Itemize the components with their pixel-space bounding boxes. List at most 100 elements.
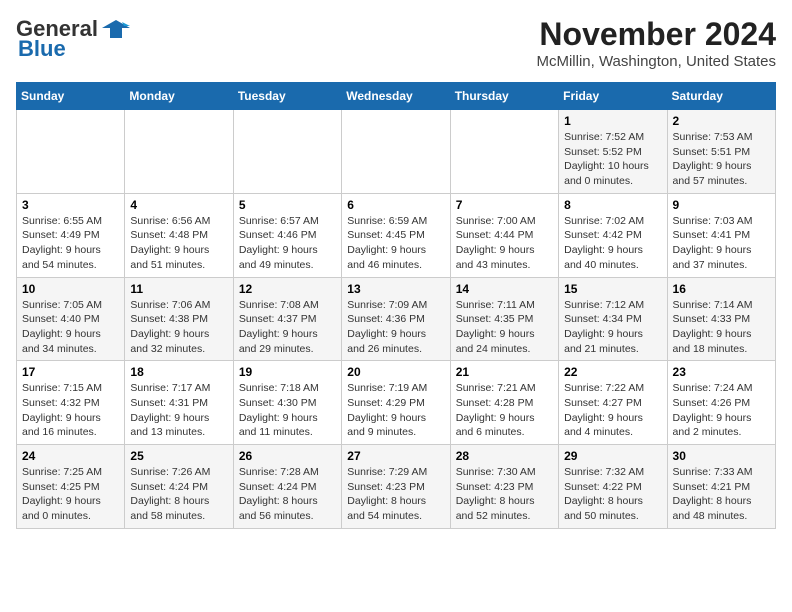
day-detail: Sunrise: 7:53 AM Sunset: 5:51 PM Dayligh…	[673, 130, 770, 189]
calendar-cell: 19 Sunrise: 7:18 AM Sunset: 4:30 PM Dayli…	[233, 361, 341, 445]
calendar-cell: 13Sunrise: 7:09 AM Sunset: 4:36 PM Dayli…	[342, 277, 450, 361]
header: General Blue November 2024 McMillin, Was…	[16, 16, 776, 70]
day-detail: Sunrise: 7:12 AM Sunset: 4:34 PM Dayligh…	[564, 298, 661, 357]
day-detail: Sunrise: 7:02 AM Sunset: 4:42 PM Dayligh…	[564, 214, 661, 273]
day-number: 23	[673, 365, 770, 379]
calendar-cell: 2 Sunrise: 7:53 AM Sunset: 5:51 PM Daylig…	[667, 110, 775, 194]
calendar-cell: 11 Sunrise: 7:06 AM Sunset: 4:38 PM Dayli…	[125, 277, 233, 361]
calendar-cell	[342, 110, 450, 194]
day-number: 27	[347, 449, 444, 463]
calendar-cell: 6 Sunrise: 6:59 AM Sunset: 4:45 PM Daylig…	[342, 193, 450, 277]
day-number: 28	[456, 449, 553, 463]
day-of-week-header: Tuesday	[233, 83, 341, 110]
day-number: 17	[22, 365, 119, 379]
day-number: 26	[239, 449, 336, 463]
calendar-cell: 20 Sunrise: 7:19 AM Sunset: 4:29 PM Dayli…	[342, 361, 450, 445]
day-of-week-header: Thursday	[450, 83, 558, 110]
calendar-cell: 7 Sunrise: 7:00 AM Sunset: 4:44 PM Daylig…	[450, 193, 558, 277]
calendar-cell: 30Sunrise: 7:33 AM Sunset: 4:21 PM Dayli…	[667, 445, 775, 529]
day-of-week-header: Wednesday	[342, 83, 450, 110]
day-detail: Sunrise: 7:05 AM Sunset: 4:40 PM Dayligh…	[22, 298, 119, 357]
day-of-week-header: Saturday	[667, 83, 775, 110]
day-number: 12	[239, 282, 336, 296]
day-detail: Sunrise: 7:30 AM Sunset: 4:23 PM Dayligh…	[456, 465, 553, 524]
calendar-cell	[233, 110, 341, 194]
day-number: 22	[564, 365, 661, 379]
calendar-cell: 21Sunrise: 7:21 AM Sunset: 4:28 PM Dayli…	[450, 361, 558, 445]
calendar-cell: 28 Sunrise: 7:30 AM Sunset: 4:23 PM Dayli…	[450, 445, 558, 529]
calendar-cell: 25 Sunrise: 7:26 AM Sunset: 4:24 PM Dayli…	[125, 445, 233, 529]
day-number: 10	[22, 282, 119, 296]
day-number: 25	[130, 449, 227, 463]
day-detail: Sunrise: 7:15 AM Sunset: 4:32 PM Dayligh…	[22, 381, 119, 440]
day-number: 14	[456, 282, 553, 296]
calendar-cell: 24Sunrise: 7:25 AM Sunset: 4:25 PM Dayli…	[17, 445, 125, 529]
calendar-cell: 15 Sunrise: 7:12 AM Sunset: 4:34 PM Dayli…	[559, 277, 667, 361]
day-number: 7	[456, 198, 553, 212]
day-number: 2	[673, 114, 770, 128]
calendar-cell: 5Sunrise: 6:57 AM Sunset: 4:46 PM Daylig…	[233, 193, 341, 277]
day-number: 15	[564, 282, 661, 296]
day-number: 11	[130, 282, 227, 296]
day-detail: Sunrise: 7:29 AM Sunset: 4:23 PM Dayligh…	[347, 465, 444, 524]
day-detail: Sunrise: 7:00 AM Sunset: 4:44 PM Dayligh…	[456, 214, 553, 273]
day-detail: Sunrise: 7:52 AM Sunset: 5:52 PM Dayligh…	[564, 130, 661, 189]
day-number: 29	[564, 449, 661, 463]
title-section: November 2024 McMillin, Washington, Unit…	[536, 16, 776, 70]
day-detail: Sunrise: 7:11 AM Sunset: 4:35 PM Dayligh…	[456, 298, 553, 357]
day-number: 8	[564, 198, 661, 212]
day-detail: Sunrise: 6:59 AM Sunset: 4:45 PM Dayligh…	[347, 214, 444, 273]
month-year-title: November 2024	[536, 16, 776, 53]
calendar-cell: 4Sunrise: 6:56 AM Sunset: 4:48 PM Daylig…	[125, 193, 233, 277]
calendar-cell: 17 Sunrise: 7:15 AM Sunset: 4:32 PM Dayli…	[17, 361, 125, 445]
day-of-week-header: Monday	[125, 83, 233, 110]
day-detail: Sunrise: 7:17 AM Sunset: 4:31 PM Dayligh…	[130, 381, 227, 440]
calendar-cell: 26Sunrise: 7:28 AM Sunset: 4:24 PM Dayli…	[233, 445, 341, 529]
day-detail: Sunrise: 6:55 AM Sunset: 4:49 PM Dayligh…	[22, 214, 119, 273]
day-number: 16	[673, 282, 770, 296]
day-number: 9	[673, 198, 770, 212]
day-detail: Sunrise: 7:26 AM Sunset: 4:24 PM Dayligh…	[130, 465, 227, 524]
calendar-cell: 1Sunrise: 7:52 AM Sunset: 5:52 PM Daylig…	[559, 110, 667, 194]
calendar-cell: 16 Sunrise: 7:14 AM Sunset: 4:33 PM Dayli…	[667, 277, 775, 361]
day-detail: Sunrise: 7:08 AM Sunset: 4:37 PM Dayligh…	[239, 298, 336, 357]
calendar-week-row: 10 Sunrise: 7:05 AM Sunset: 4:40 PM Dayli…	[17, 277, 776, 361]
calendar-cell: 29 Sunrise: 7:32 AM Sunset: 4:22 PM Dayli…	[559, 445, 667, 529]
day-detail: Sunrise: 7:18 AM Sunset: 4:30 PM Dayligh…	[239, 381, 336, 440]
calendar-cell: 3 Sunrise: 6:55 AM Sunset: 4:49 PM Daylig…	[17, 193, 125, 277]
day-number: 13	[347, 282, 444, 296]
logo-bird-icon	[102, 18, 130, 40]
calendar-table: SundayMondayTuesdayWednesdayThursdayFrid…	[16, 82, 776, 529]
logo: General Blue	[16, 16, 130, 62]
day-detail: Sunrise: 7:32 AM Sunset: 4:22 PM Dayligh…	[564, 465, 661, 524]
calendar-cell: 22 Sunrise: 7:22 AM Sunset: 4:27 PM Dayli…	[559, 361, 667, 445]
day-detail: Sunrise: 7:06 AM Sunset: 4:38 PM Dayligh…	[130, 298, 227, 357]
day-detail: Sunrise: 6:57 AM Sunset: 4:46 PM Dayligh…	[239, 214, 336, 273]
day-number: 30	[673, 449, 770, 463]
calendar-cell	[125, 110, 233, 194]
calendar-week-row: 3 Sunrise: 6:55 AM Sunset: 4:49 PM Daylig…	[17, 193, 776, 277]
calendar-header-row: SundayMondayTuesdayWednesdayThursdayFrid…	[17, 83, 776, 110]
calendar-cell	[450, 110, 558, 194]
day-number: 24	[22, 449, 119, 463]
calendar-cell: 27 Sunrise: 7:29 AM Sunset: 4:23 PM Dayli…	[342, 445, 450, 529]
day-number: 20	[347, 365, 444, 379]
day-detail: Sunrise: 7:24 AM Sunset: 4:26 PM Dayligh…	[673, 381, 770, 440]
calendar-cell	[17, 110, 125, 194]
day-detail: Sunrise: 7:19 AM Sunset: 4:29 PM Dayligh…	[347, 381, 444, 440]
day-number: 3	[22, 198, 119, 212]
calendar-cell: 18Sunrise: 7:17 AM Sunset: 4:31 PM Dayli…	[125, 361, 233, 445]
day-number: 6	[347, 198, 444, 212]
day-detail: Sunrise: 7:14 AM Sunset: 4:33 PM Dayligh…	[673, 298, 770, 357]
calendar-cell: 10 Sunrise: 7:05 AM Sunset: 4:40 PM Dayli…	[17, 277, 125, 361]
day-number: 4	[130, 198, 227, 212]
day-detail: Sunrise: 7:03 AM Sunset: 4:41 PM Dayligh…	[673, 214, 770, 273]
day-detail: Sunrise: 7:22 AM Sunset: 4:27 PM Dayligh…	[564, 381, 661, 440]
calendar-cell: 12 Sunrise: 7:08 AM Sunset: 4:37 PM Dayli…	[233, 277, 341, 361]
calendar-week-row: 1Sunrise: 7:52 AM Sunset: 5:52 PM Daylig…	[17, 110, 776, 194]
day-of-week-header: Sunday	[17, 83, 125, 110]
day-of-week-header: Friday	[559, 83, 667, 110]
day-number: 21	[456, 365, 553, 379]
calendar-week-row: 24Sunrise: 7:25 AM Sunset: 4:25 PM Dayli…	[17, 445, 776, 529]
day-number: 19	[239, 365, 336, 379]
